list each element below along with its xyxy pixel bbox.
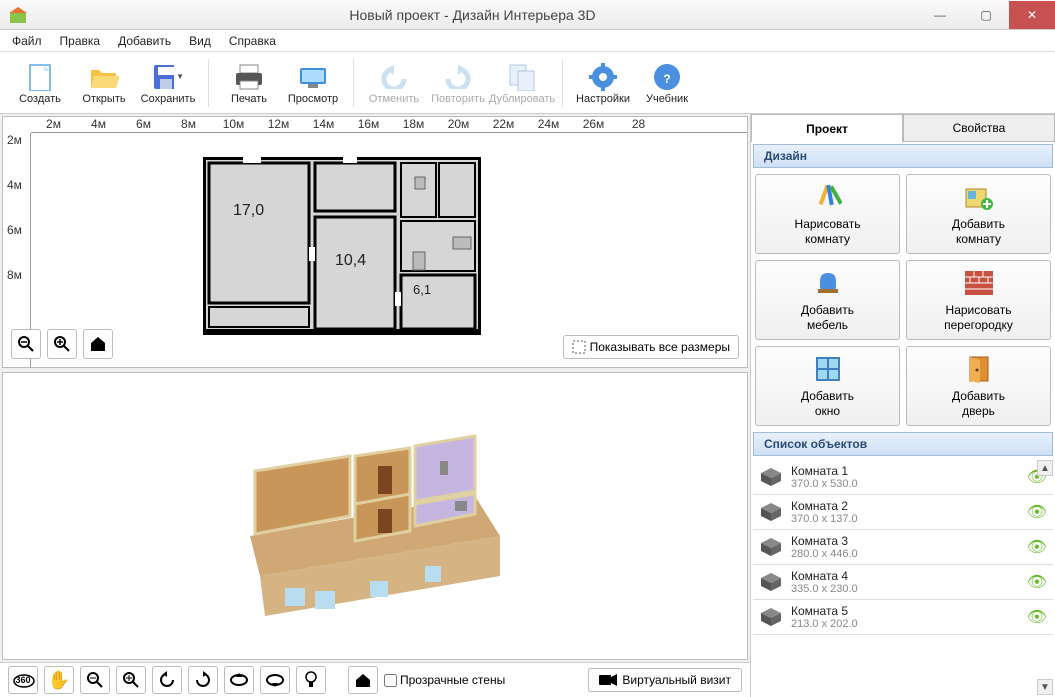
- tilt-up-button[interactable]: [224, 666, 254, 694]
- ruler-horizontal: 2м4м6м8м10м12м14м16м18м20м22м24м26м28: [31, 117, 747, 133]
- titlebar: Новый проект - Дизайн Интерьера 3D — ▢ ✕: [0, 0, 1055, 30]
- room-area-label: 17,0: [233, 202, 264, 220]
- object-name: Комната 3: [791, 534, 1019, 548]
- tab-project[interactable]: Проект: [751, 114, 903, 142]
- svg-text:?: ?: [663, 72, 670, 86]
- 360-button[interactable]: 360: [8, 666, 38, 694]
- object-size: 280.0 x 446.0: [791, 548, 1019, 560]
- rotate-left-button[interactable]: [152, 666, 182, 694]
- list-item[interactable]: Комната 3280.0 x 446.0 👁: [753, 530, 1053, 565]
- object-name: Комната 4: [791, 569, 1019, 583]
- home-button[interactable]: [83, 329, 113, 359]
- redo-button[interactable]: Повторить: [428, 55, 488, 111]
- settings-button[interactable]: Настройки: [573, 55, 633, 111]
- menu-edit[interactable]: Правка: [60, 34, 101, 48]
- zoom-out-3d-button[interactable]: [80, 666, 110, 694]
- door-icon: [963, 353, 995, 385]
- camera-icon: [599, 674, 617, 686]
- list-item[interactable]: Комната 2370.0 x 137.0 👁: [753, 495, 1053, 530]
- toolbar: Создать Открыть ▼ Сохранить Печать Просм…: [0, 52, 1055, 114]
- help-icon: ?: [651, 61, 683, 93]
- view-3d[interactable]: [2, 372, 748, 660]
- list-item[interactable]: Комната 5213.0 x 202.0 👁: [753, 600, 1053, 635]
- chair-icon: [812, 267, 844, 299]
- visibility-eye-icon[interactable]: 👁: [1027, 502, 1047, 522]
- dimensions-icon: [572, 340, 586, 354]
- close-button[interactable]: ✕: [1009, 1, 1055, 29]
- maximize-button[interactable]: ▢: [963, 1, 1009, 29]
- pan-button[interactable]: ✋: [44, 666, 74, 694]
- design-tools: Нарисоватькомнату Добавитькомнату Добави…: [751, 170, 1055, 430]
- visibility-eye-icon[interactable]: 👁: [1027, 607, 1047, 627]
- tab-properties[interactable]: Свойства: [903, 114, 1055, 142]
- bulb-icon: [304, 671, 318, 689]
- list-item[interactable]: Комната 4335.0 x 230.0 👁: [753, 565, 1053, 600]
- room-area-label: 6,1: [413, 282, 431, 297]
- show-dimensions-button[interactable]: Показывать все размеры: [563, 335, 739, 359]
- home-3d-button[interactable]: [348, 666, 378, 694]
- window-title: Новый проект - Дизайн Интерьера 3D: [28, 7, 917, 23]
- save-button[interactable]: ▼ Сохранить: [138, 55, 198, 111]
- add-furniture-button[interactable]: Добавитьмебель: [755, 260, 900, 340]
- model-3d: [230, 406, 520, 626]
- open-button[interactable]: Открыть: [74, 55, 134, 111]
- object-size: 370.0 x 137.0: [791, 513, 1019, 525]
- minimize-button[interactable]: —: [917, 1, 963, 29]
- add-room-button[interactable]: Добавитькомнату: [906, 174, 1051, 254]
- scroll-down-button[interactable]: ▼: [1037, 679, 1053, 695]
- transparent-walls-checkbox[interactable]: Прозрачные стены: [384, 673, 505, 687]
- separator: [208, 59, 209, 107]
- floorplan-2d-view[interactable]: 2м4м6м8м10м12м14м16м18м20м22м24м26м28 2м…: [2, 116, 748, 368]
- draw-partition-button[interactable]: Нарисоватьперегородку: [906, 260, 1051, 340]
- gear-icon: [587, 61, 619, 93]
- object-size: 370.0 x 530.0: [791, 478, 1019, 490]
- design-section-header: Дизайн: [753, 144, 1053, 168]
- room-area-label: 10,4: [335, 252, 366, 270]
- add-door-button[interactable]: Добавитьдверь: [906, 346, 1051, 426]
- object-name: Комната 2: [791, 499, 1019, 513]
- create-button[interactable]: Создать: [10, 55, 70, 111]
- virtual-visit-button[interactable]: Виртуальный визит: [588, 668, 742, 692]
- view3d-toolbar: 360 ✋ Прозрачные стены Виртуальный визит: [0, 662, 750, 697]
- object-size: 335.0 x 230.0: [791, 583, 1019, 595]
- object-size: 213.0 x 202.0: [791, 618, 1019, 630]
- list-item[interactable]: Комната 1370.0 x 530.0👁: [753, 460, 1053, 495]
- object-list-header: Список объектов: [753, 432, 1053, 456]
- app-logo-icon: [8, 5, 28, 25]
- brick-wall-icon: [963, 267, 995, 299]
- zoom-out-button[interactable]: [11, 329, 41, 359]
- menubar: Файл Правка Добавить Вид Справка: [0, 30, 1055, 52]
- light-button[interactable]: [296, 666, 326, 694]
- pencil-icon: [812, 181, 844, 213]
- separator: [353, 59, 354, 107]
- preview-button[interactable]: Просмотр: [283, 55, 343, 111]
- undo-button[interactable]: Отменить: [364, 55, 424, 111]
- add-window-button[interactable]: Добавитьокно: [755, 346, 900, 426]
- zoom-in-button[interactable]: [47, 329, 77, 359]
- tutorial-button[interactable]: ? Учебник: [637, 55, 697, 111]
- print-button[interactable]: Печать: [219, 55, 279, 111]
- rotate-right-button[interactable]: [188, 666, 218, 694]
- tilt-down-button[interactable]: [260, 666, 290, 694]
- menu-file[interactable]: Файл: [12, 34, 42, 48]
- scroll-up-button[interactable]: ▲: [1037, 460, 1053, 476]
- visibility-eye-icon[interactable]: 👁: [1027, 537, 1047, 557]
- menu-view[interactable]: Вид: [189, 34, 211, 48]
- duplicate-button[interactable]: Дублировать: [492, 55, 552, 111]
- window-icon: [812, 353, 844, 385]
- object-list[interactable]: ▲ ▼ Комната 1370.0 x 530.0👁Комната 2370.…: [751, 458, 1055, 697]
- visibility-eye-icon[interactable]: 👁: [1027, 572, 1047, 592]
- draw-room-button[interactable]: Нарисоватькомнату: [755, 174, 900, 254]
- right-panel: Проект Свойства Дизайн Нарисоватькомнату…: [751, 114, 1055, 697]
- chevron-down-icon: ▼: [176, 72, 184, 81]
- object-name: Комната 5: [791, 604, 1019, 618]
- menu-add[interactable]: Добавить: [118, 34, 171, 48]
- separator: [562, 59, 563, 107]
- room-plus-icon: [963, 181, 995, 213]
- zoom-in-3d-button[interactable]: [116, 666, 146, 694]
- menu-help[interactable]: Справка: [229, 34, 276, 48]
- object-name: Комната 1: [791, 464, 1019, 478]
